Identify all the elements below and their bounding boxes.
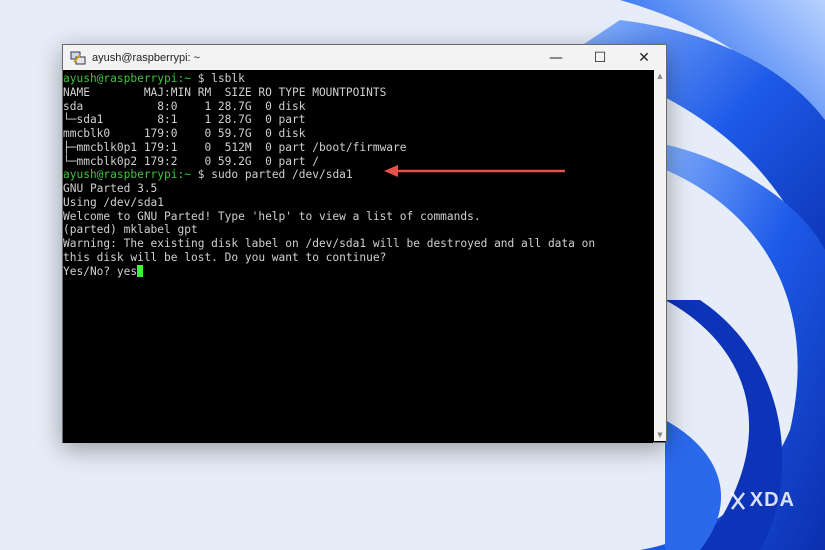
output-text: this disk will be lost. Do you want to c… [63,250,387,264]
terminal-window[interactable]: ayush@raspberrypi: ~ — ☐ ✕ ayush@raspber… [62,44,667,443]
terminal-line: Yes/No? yes [63,264,653,279]
minimize-button[interactable]: — [534,45,578,70]
terminal-line: Warning: The existing disk label on /dev… [63,237,653,251]
terminal-line: this disk will be lost. Do you want to c… [63,251,653,265]
xda-logo-icon [730,491,745,510]
terminal-line: mmcblk0 179:0 0 59.7G 0 disk [63,127,653,141]
shell-command: sudo parted /dev/sda1 [211,168,353,182]
scroll-down-icon[interactable]: ▼ [654,429,666,441]
output-text: (parted) mklabel gpt [63,223,198,237]
terminal-line: sda 8:0 1 28.7G 0 disk [63,100,653,114]
close-icon: ✕ [638,49,650,66]
maximize-button[interactable]: ☐ [578,45,622,70]
terminal-line: GNU Parted 3.5 [63,182,653,196]
terminal-line: NAME MAJ:MIN RM SIZE RO TYPE MOUNTPOINTS [63,86,653,100]
minimize-icon: — [549,49,563,66]
shell-prompt: ayush@raspberrypi:~ [63,168,191,182]
output-text: Welcome to GNU Parted! Type 'help' to vi… [63,209,481,223]
output-text: GNU Parted 3.5 [63,182,158,195]
prompt-separator: $ [190,72,212,85]
xda-watermark: XDA [730,489,795,512]
window-title: ayush@raspberrypi: ~ [92,51,201,64]
output-text: └─sda1 8:1 1 28.7G 0 part [63,113,306,127]
output-text: └─mmcblk0p2 179:2 0 59.2G 0 part / [63,154,319,168]
output-text: Yes/No? yes [63,264,138,278]
output-text: Warning: The existing disk label on /dev… [63,237,596,250]
shell-prompt: ayush@raspberrypi:~ [63,72,191,85]
output-text: ├─mmcblk0p1 179:1 0 512M 0 part /boot/fi… [63,140,407,154]
vertical-scrollbar[interactable]: ▲ ▼ [654,70,666,441]
close-button[interactable]: ✕ [622,45,666,70]
terminal-line: ayush@raspberrypi:~ $ lsblk [63,72,653,86]
output-text: mmcblk0 179:0 0 59.7G 0 disk [63,127,306,140]
terminal-line: Welcome to GNU Parted! Type 'help' to vi… [63,210,653,224]
output-text: NAME MAJ:MIN RM SIZE RO TYPE MOUNTPOINTS [63,85,387,99]
terminal-line: ├─mmcblk0p1 179:1 0 512M 0 part /boot/fi… [63,141,653,155]
title-bar[interactable]: ayush@raspberrypi: ~ — ☐ ✕ [63,45,666,70]
output-text: sda 8:0 1 28.7G 0 disk [63,99,306,113]
scroll-up-icon[interactable]: ▲ [654,70,666,82]
putty-icon [69,49,87,67]
prompt-separator: $ [190,168,212,182]
terminal-line: ayush@raspberrypi:~ $ sudo parted /dev/s… [63,168,653,182]
shell-command: lsblk [211,72,245,85]
terminal-line: └─mmcblk0p2 179:2 0 59.2G 0 part / [63,155,653,169]
text-cursor [137,264,144,277]
terminal-output[interactable]: ayush@raspberrypi:~ $ lsblk NAME MAJ:MIN … [63,70,653,443]
terminal-line: (parted) mklabel gpt [63,223,653,237]
terminal-line: Using /dev/sda1 [63,196,653,210]
terminal-line: └─sda1 8:1 1 28.7G 0 part [63,113,653,127]
watermark-text: XDA [749,489,795,511]
output-text: Using /dev/sda1 [63,195,165,209]
maximize-icon: ☐ [593,49,607,66]
